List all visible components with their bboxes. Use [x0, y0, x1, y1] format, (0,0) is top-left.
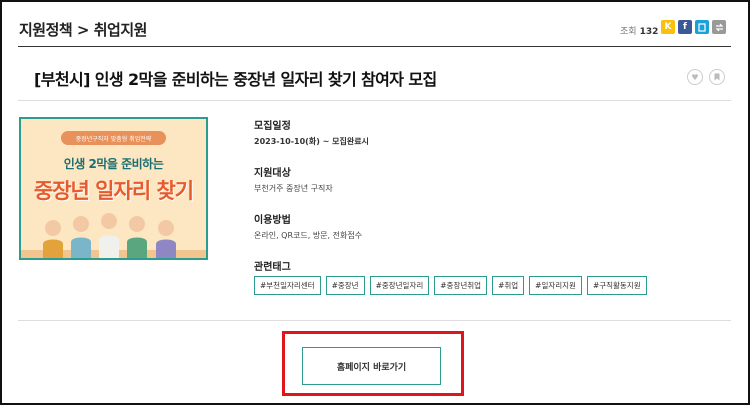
kakaostory-icon[interactable]: K	[661, 20, 675, 34]
post-title: [부천시] 인생 2막을 준비하는 중장년 일자리 찾기 참여자 모집	[34, 70, 437, 89]
tag-item[interactable]: #중장년취업	[434, 276, 488, 295]
people-illustration	[21, 213, 206, 258]
views-label: 조회	[620, 27, 637, 37]
tag-item[interactable]: #부천일자리센터	[254, 276, 321, 295]
method-label: 이용방법	[254, 215, 291, 226]
tag-item[interactable]: #취업	[492, 276, 525, 295]
target-label: 지원대상	[254, 168, 291, 179]
heart-icon[interactable]: ♥	[687, 69, 703, 85]
tag-item[interactable]: #중장년일자리	[369, 276, 430, 295]
share-icon[interactable]	[712, 20, 726, 34]
poster-pill: 중장년구직자 맞춤형 취업전략	[61, 131, 166, 145]
homepage-button[interactable]: 홈페이지 바로가기	[302, 347, 441, 385]
content-divider	[18, 320, 731, 321]
bookmark-icon[interactable]	[709, 69, 725, 85]
views-count: 132	[639, 27, 659, 37]
copy-icon[interactable]	[695, 20, 709, 34]
breadcrumb: 지원정책 > 취업지원	[19, 21, 147, 39]
poster-line2: 중장년 일자리 찾기	[33, 179, 194, 203]
target-value: 부천거주 중장년 구직자	[254, 184, 333, 193]
view-count: 조회 132	[620, 24, 658, 37]
tag-item[interactable]: #구직활동지원	[586, 276, 647, 295]
schedule-label: 모집일정	[254, 121, 291, 132]
share-buttons: K f	[661, 20, 726, 34]
tag-item[interactable]: #일자리지원	[529, 276, 582, 295]
schedule-value: 2023-10-10(화) ~ 모집완료시	[254, 137, 369, 146]
poster-image: 중장년구직자 맞춤형 취업전략 인생 2막을 준비하는 중장년 일자리 찾기	[19, 117, 208, 260]
tag-item[interactable]: #중장년	[325, 276, 365, 295]
header-divider	[18, 46, 731, 47]
facebook-icon[interactable]: f	[678, 20, 692, 34]
method-value: 온라인, QR코드, 방문, 전화접수	[254, 231, 363, 240]
tag-list: #부천일자리센터 #중장년 #중장년일자리 #중장년취업 #취업 #일자리지원 …	[254, 276, 647, 295]
poster-line1: 인생 2막을 준비하는	[63, 157, 164, 171]
title-divider	[18, 100, 731, 101]
tags-label: 관련태그	[254, 262, 291, 273]
